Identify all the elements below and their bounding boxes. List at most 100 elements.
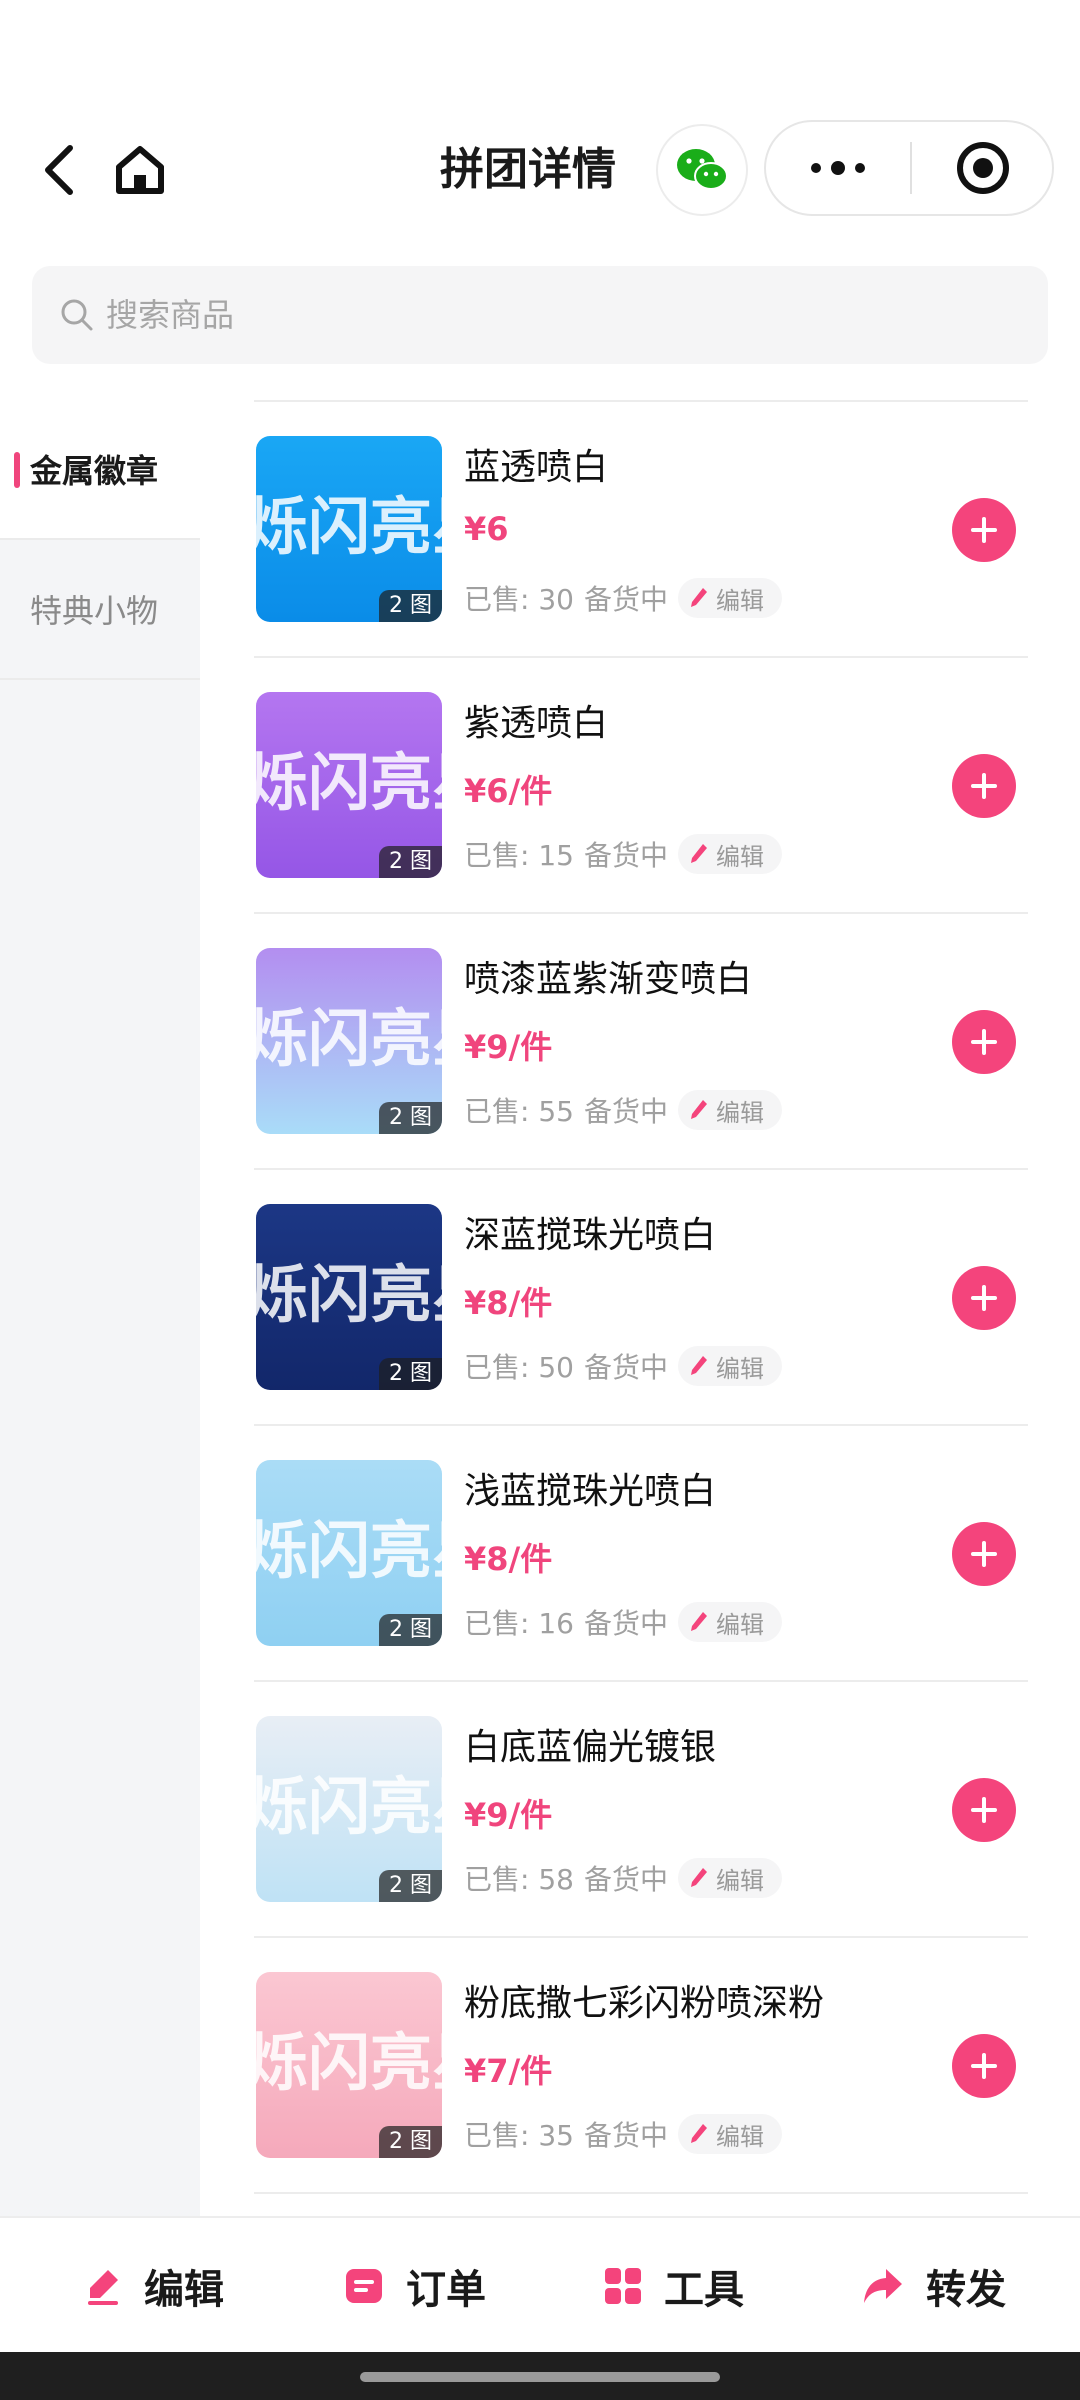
back-button[interactable] — [30, 140, 90, 200]
plus-icon — [971, 517, 997, 543]
category-item-metal-badge[interactable]: 金属徽章 — [0, 400, 200, 540]
product-price: ¥9/件 — [464, 1028, 553, 1066]
home-button[interactable] — [110, 140, 170, 200]
edit-action-button[interactable]: 编辑 — [86, 2248, 224, 2324]
search-bar[interactable] — [32, 266, 1048, 364]
add-to-cart-button[interactable] — [952, 1778, 1016, 1842]
pencil-icon — [690, 2124, 707, 2143]
product-item[interactable]: 烁闪亮星 2 图 粉底撒七彩闪粉喷深粉 ¥7/件已售: 35 备货中 编辑 — [254, 1938, 1028, 2194]
edit-label: 编辑 — [715, 1354, 764, 1383]
edit-product-button[interactable]: 编辑 — [677, 1858, 782, 1898]
product-thumbnail[interactable]: 烁闪亮星 2 图 — [256, 436, 442, 622]
wechat-icon — [677, 149, 728, 190]
pencil-icon — [690, 1356, 707, 1375]
edit-product-button[interactable]: 编辑 — [677, 1602, 782, 1642]
artwork-text: 烁闪亮星 — [256, 1002, 442, 1075]
product-item[interactable]: 烁闪亮星 2 图 喷漆蓝紫渐变喷白 ¥9/件已售: 55 备货中 编辑 — [254, 914, 1028, 1170]
pencil-icon — [690, 844, 707, 863]
sold-count: 已售: 35 — [464, 2119, 574, 2152]
image-count-badge: 2 图 — [379, 1614, 442, 1646]
plus-icon — [971, 773, 997, 799]
edit-product-button[interactable]: 编辑 — [677, 1346, 782, 1386]
product-thumbnail[interactable]: 烁闪亮星 2 图 — [256, 1716, 442, 1902]
product-meta: 已售: 15 备货中 编辑 — [464, 834, 782, 874]
edit-label: 编辑 — [715, 2122, 764, 2151]
product-name: 粉底撒七彩闪粉喷深粉 — [464, 1983, 825, 2024]
product-item[interactable]: 烁闪亮星 2 图 深蓝搅珠光喷白 ¥8/件已售: 50 备货中 编辑 — [254, 1170, 1028, 1426]
edit-product-button[interactable]: 编辑 — [677, 578, 782, 618]
edit-label: 编辑 — [715, 586, 764, 615]
category-item-special-goods[interactable]: 特典小物 — [0, 540, 200, 680]
image-count-badge: 2 图 — [379, 590, 442, 622]
tools-action-button[interactable]: 工具 — [604, 2248, 744, 2324]
artwork-text: 烁闪亮星 — [256, 1258, 442, 1331]
plus-icon — [971, 1541, 997, 1567]
orders-action-button[interactable]: 订单 — [344, 2248, 486, 2324]
product-thumbnail[interactable]: 烁闪亮星 2 图 — [256, 692, 442, 878]
plus-icon — [971, 1797, 997, 1823]
product-meta: 已售: 16 备货中 编辑 — [464, 1602, 782, 1642]
artwork-text: 烁闪亮星 — [256, 1770, 442, 1843]
product-thumbnail[interactable]: 烁闪亮星 2 图 — [256, 948, 442, 1134]
edit-label: 编辑 — [715, 1610, 764, 1639]
add-to-cart-button[interactable] — [952, 498, 1016, 562]
pencil-icon — [690, 588, 707, 607]
product-item[interactable]: 烁闪亮星 2 图 蓝透喷白 ¥6 已售: 30 备货中 编辑 — [254, 402, 1028, 658]
product-name: 蓝透喷白 — [464, 447, 609, 488]
plus-icon — [971, 1285, 997, 1311]
product-price: ¥9/件 — [464, 1796, 553, 1834]
pencil-icon — [690, 1100, 707, 1119]
edit-action-label: 编辑 — [144, 2267, 224, 2313]
add-to-cart-button[interactable] — [952, 1522, 1016, 1586]
add-to-cart-button[interactable] — [952, 1010, 1016, 1074]
product-name: 白底蓝偏光镀银 — [464, 1727, 717, 1768]
close-mini-program-button[interactable] — [912, 122, 1054, 214]
status-bar-area — [0, 0, 1080, 120]
sold-count: 已售: 58 — [464, 1863, 574, 1896]
edit-label: 编辑 — [715, 1866, 764, 1895]
product-name: 喷漆蓝紫渐变喷白 — [464, 959, 753, 1000]
product-price: ¥6/件 — [464, 772, 553, 810]
product-thumbnail[interactable]: 烁闪亮星 2 图 — [256, 1204, 442, 1390]
image-count-badge: 2 图 — [379, 1358, 442, 1390]
edit-product-button[interactable]: 编辑 — [677, 1090, 782, 1130]
system-gesture-area — [0, 2352, 1080, 2400]
pencil-icon — [690, 1612, 707, 1631]
add-to-cart-button[interactable] — [952, 754, 1016, 818]
home-indicator[interactable] — [360, 2372, 720, 2382]
stock-status: 备货中 — [583, 1863, 668, 1896]
product-item[interactable]: 烁闪亮星 2 图 浅蓝搅珠光喷白 ¥8/件已售: 16 备货中 编辑 — [254, 1426, 1028, 1682]
category-label: 特典小物 — [30, 592, 159, 630]
more-button[interactable] — [766, 122, 910, 214]
edit-label: 编辑 — [715, 1098, 764, 1127]
product-item[interactable]: 烁闪亮星 2 图 白底蓝偏光镀银 ¥9/件已售: 58 备货中 编辑 — [254, 1682, 1028, 1938]
product-name: 紫透喷白 — [464, 703, 609, 744]
add-to-cart-button[interactable] — [952, 2034, 1016, 2098]
sold-count: 已售: 30 — [464, 583, 574, 616]
stock-status: 备货中 — [583, 1351, 668, 1384]
share-action-button[interactable]: 转发 — [862, 2248, 1006, 2324]
product-price: ¥8/件 — [464, 1284, 553, 1322]
product-meta: 已售: 55 备货中 编辑 — [464, 1090, 782, 1130]
share-arrow-icon — [864, 2269, 902, 2303]
artwork-text: 烁闪亮星 — [256, 490, 442, 563]
search-input[interactable] — [106, 296, 906, 334]
product-price: ¥7/件 — [464, 2052, 553, 2090]
category-label: 金属徽章 — [30, 452, 159, 490]
mini-program-capsule — [764, 120, 1054, 216]
product-item[interactable]: 烁闪亮星 2 图 紫透喷白 ¥6/件已售: 15 备货中 编辑 — [254, 658, 1028, 914]
product-thumbnail[interactable]: 烁闪亮星 2 图 — [256, 1972, 442, 2158]
product-thumbnail[interactable]: 烁闪亮星 2 图 — [256, 1460, 442, 1646]
artwork-text: 烁闪亮星 — [256, 746, 442, 819]
product-price: ¥8/件 — [464, 1540, 553, 1578]
wechat-share-button[interactable] — [656, 124, 748, 216]
image-count-badge: 2 图 — [379, 1870, 442, 1902]
image-count-badge: 2 图 — [379, 1102, 442, 1134]
edit-product-button[interactable]: 编辑 — [677, 834, 782, 874]
edit-label: 编辑 — [715, 842, 764, 871]
add-to-cart-button[interactable] — [952, 1266, 1016, 1330]
product-name: 深蓝搅珠光喷白 — [464, 1215, 717, 1256]
product-meta: 已售: 58 备货中 编辑 — [464, 1858, 782, 1898]
edit-product-button[interactable]: 编辑 — [677, 2114, 782, 2154]
stock-status: 备货中 — [583, 583, 668, 616]
